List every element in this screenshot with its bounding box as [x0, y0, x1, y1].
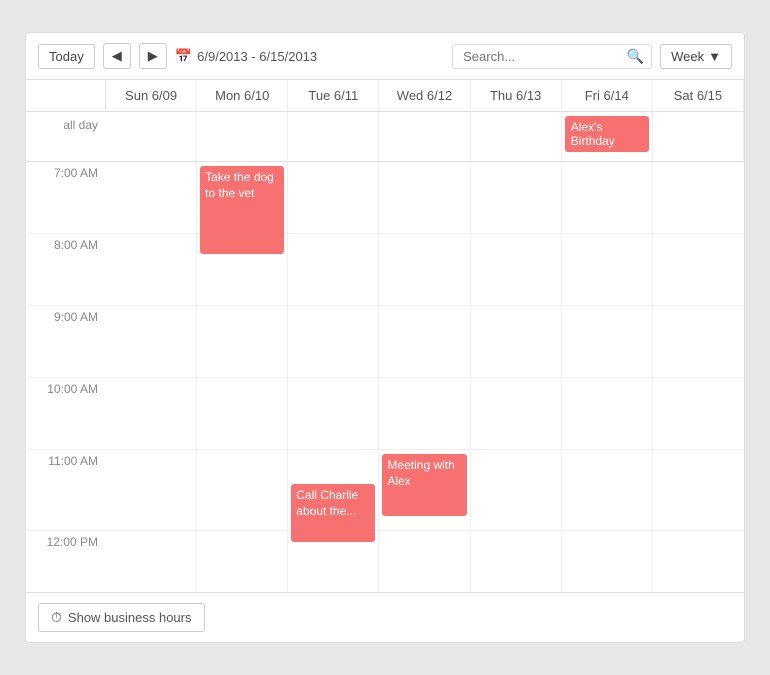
show-hours-label: Show business hours	[68, 610, 192, 625]
time-cell-9am-fri	[562, 306, 653, 377]
header-tue: Tue 6/11	[288, 80, 379, 111]
time-row-12pm: 12:00 PM	[26, 531, 744, 592]
allday-event-alexbirthday[interactable]: Alex's Birthday	[565, 116, 649, 152]
time-cell-11am-thu	[471, 450, 562, 530]
footer: ⏱ Show business hours	[26, 592, 744, 642]
time-label-9am: 9:00 AM	[26, 306, 106, 377]
allday-cell-sun	[106, 112, 197, 161]
allday-cell-wed	[379, 112, 470, 161]
time-cell-11am-tue: Call Charlie about the...	[288, 450, 379, 530]
header-wed: Wed 6/12	[379, 80, 470, 111]
time-cell-10am-tue	[288, 378, 379, 449]
next-button[interactable]: ▶	[139, 43, 167, 69]
time-cell-8am-sat	[653, 234, 744, 305]
date-range-text: 6/9/2013 - 6/15/2013	[197, 49, 317, 64]
time-row-11am: 11:00 AM Call Charlie about the... Meeti…	[26, 450, 744, 531]
time-cell-7am-wed	[379, 162, 470, 233]
time-cell-7am-mon: Take the dog to the vet	[197, 162, 288, 233]
time-cell-7am-sun	[106, 162, 197, 233]
date-range: 📅 6/9/2013 - 6/15/2013	[175, 48, 317, 65]
allday-cell-fri: Alex's Birthday	[562, 112, 653, 161]
time-row-9am: 9:00 AM	[26, 306, 744, 378]
time-cell-12pm-mon	[197, 531, 288, 592]
time-cell-10am-sun	[106, 378, 197, 449]
allday-cell-thu	[471, 112, 562, 161]
search-input[interactable]	[452, 44, 652, 69]
week-button[interactable]: Week ▼	[660, 44, 732, 69]
time-cell-12pm-fri	[562, 531, 653, 592]
time-cell-11am-sat	[653, 450, 744, 530]
time-cell-10am-sat	[653, 378, 744, 449]
prev-button[interactable]: ◀	[103, 43, 131, 69]
time-cell-7am-tue	[288, 162, 379, 233]
time-cell-12pm-sat	[653, 531, 744, 592]
allday-cell-mon	[197, 112, 288, 161]
time-cell-7am-sat	[653, 162, 744, 233]
time-cell-9am-mon	[197, 306, 288, 377]
allday-label: all day	[26, 112, 106, 161]
event-dog-vet[interactable]: Take the dog to the vet	[200, 166, 284, 254]
time-row-7am: 7:00 AM Take the dog to the vet	[26, 162, 744, 234]
event-meeting-alex[interactable]: Meeting with Alex	[382, 454, 466, 516]
time-cell-12pm-thu	[471, 531, 562, 592]
time-label-11am: 11:00 AM	[26, 450, 106, 530]
time-cell-9am-sun	[106, 306, 197, 377]
time-cell-12pm-wed	[379, 531, 470, 592]
time-label-7am: 7:00 AM	[26, 162, 106, 233]
time-cell-11am-wed: Meeting with Alex	[379, 450, 470, 530]
calendar-grid: Sun 6/09 Mon 6/10 Tue 6/11 Wed 6/12 Thu …	[26, 80, 744, 592]
time-label-10am: 10:00 AM	[26, 378, 106, 449]
time-cell-10am-mon	[197, 378, 288, 449]
time-cell-9am-tue	[288, 306, 379, 377]
show-business-hours-button[interactable]: ⏱ Show business hours	[38, 603, 205, 632]
time-cell-10am-thu	[471, 378, 562, 449]
time-row-8am: 8:00 AM	[26, 234, 744, 306]
time-cell-8am-fri	[562, 234, 653, 305]
time-cell-10am-fri	[562, 378, 653, 449]
week-label: Week	[671, 49, 704, 64]
header-mon: Mon 6/10	[197, 80, 288, 111]
search-icon: 🔍	[627, 48, 644, 65]
time-cell-8am-sun	[106, 234, 197, 305]
time-cell-11am-mon	[197, 450, 288, 530]
event-call-charlie[interactable]: Call Charlie about the...	[291, 484, 375, 542]
time-row-10am: 10:00 AM	[26, 378, 744, 450]
header-sun: Sun 6/09	[106, 80, 197, 111]
allday-cell-tue	[288, 112, 379, 161]
time-cell-10am-wed	[379, 378, 470, 449]
time-label-8am: 8:00 AM	[26, 234, 106, 305]
calendar-icon: 📅	[175, 48, 192, 65]
time-cell-9am-sat	[653, 306, 744, 377]
header-sat: Sat 6/15	[653, 80, 744, 111]
dropdown-arrow-icon: ▼	[708, 49, 721, 64]
time-cell-7am-fri	[562, 162, 653, 233]
search-wrapper: 🔍	[452, 44, 652, 69]
time-label-12pm: 12:00 PM	[26, 531, 106, 592]
time-cell-8am-thu	[471, 234, 562, 305]
today-button[interactable]: Today	[38, 44, 95, 69]
header-empty-cell	[26, 80, 106, 111]
toolbar: Today ◀ ▶ 📅 6/9/2013 - 6/15/2013 🔍 Week …	[26, 33, 744, 80]
time-cell-7am-thu	[471, 162, 562, 233]
header-fri: Fri 6/14	[562, 80, 653, 111]
allday-row: all day Alex's Birthday	[26, 112, 744, 162]
time-cell-12pm-sun	[106, 531, 197, 592]
time-cell-8am-tue	[288, 234, 379, 305]
calendar-container: Today ◀ ▶ 📅 6/9/2013 - 6/15/2013 🔍 Week …	[25, 32, 745, 643]
header-thu: Thu 6/13	[471, 80, 562, 111]
calendar-header: Sun 6/09 Mon 6/10 Tue 6/11 Wed 6/12 Thu …	[26, 80, 744, 112]
time-cell-9am-wed	[379, 306, 470, 377]
time-cell-11am-fri	[562, 450, 653, 530]
time-cell-8am-wed	[379, 234, 470, 305]
allday-cell-sat	[653, 112, 744, 161]
time-cell-11am-sun	[106, 450, 197, 530]
time-cell-9am-thu	[471, 306, 562, 377]
clock-icon: ⏱	[51, 609, 62, 626]
time-rows: 7:00 AM Take the dog to the vet 8:00 AM	[26, 162, 744, 592]
